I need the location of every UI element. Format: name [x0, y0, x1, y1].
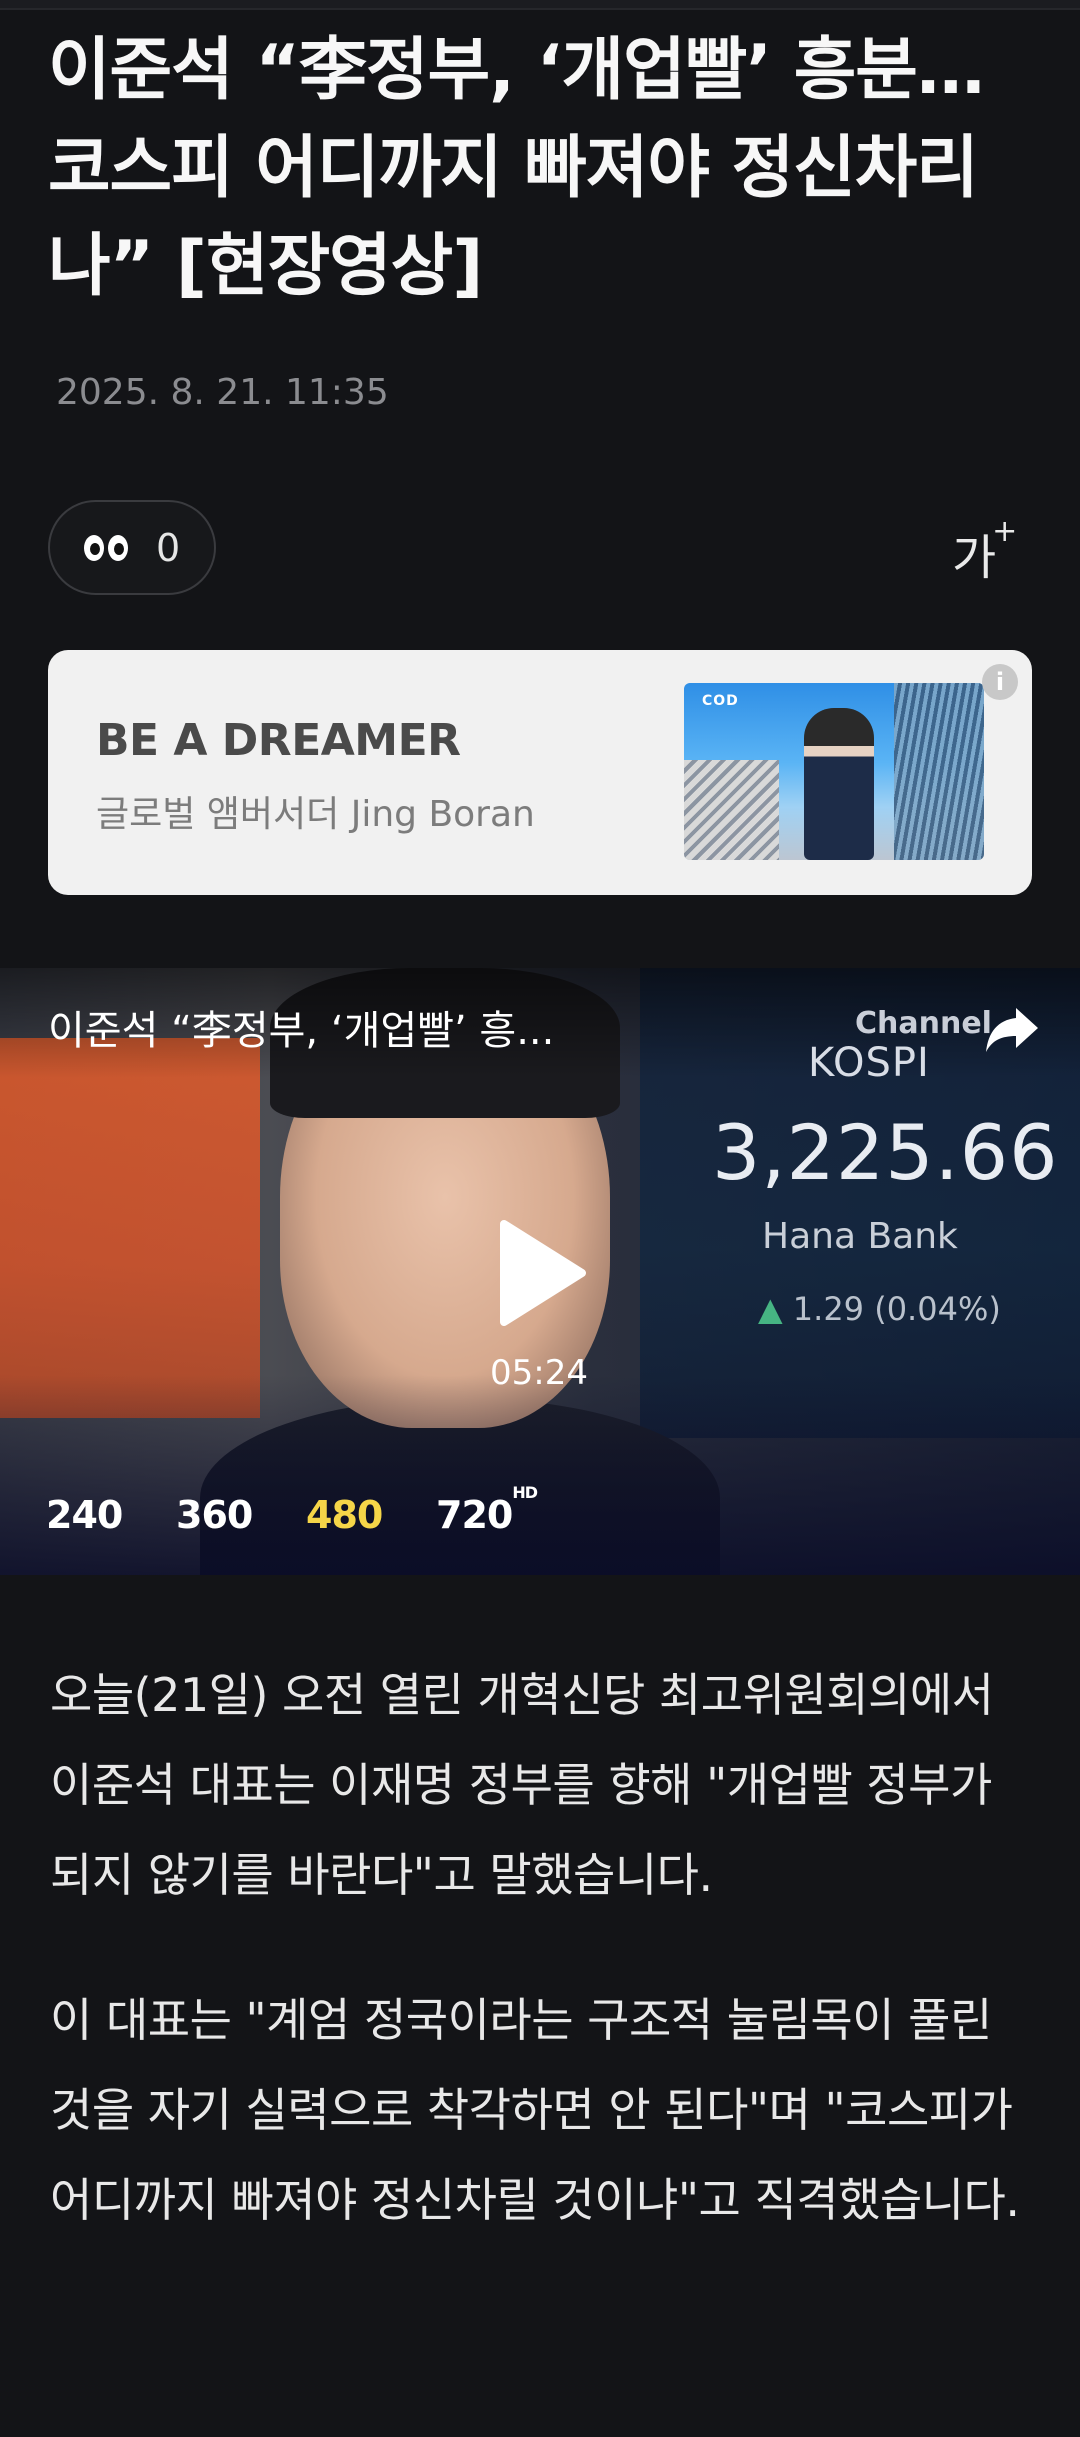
ad-title: BE A DREAMER: [96, 715, 461, 766]
share-icon[interactable]: [982, 998, 1042, 1058]
font-size-label: 가: [952, 530, 997, 586]
quality-360-label: 360: [176, 1493, 253, 1537]
view-count-button[interactable]: 0: [48, 500, 216, 595]
font-size-button[interactable]: 가+: [952, 512, 1024, 586]
ad-banner[interactable]: BE A DREAMER 글로벌 앰버서더 Jing Boran COD i: [48, 650, 1032, 895]
quality-480-label: 480: [306, 1493, 383, 1537]
top-divider: [0, 0, 1080, 10]
body-paragraph-1: 오늘(21일) 오전 열린 개혁신당 최고위원회의에서 이준석 대표는 이재명 …: [50, 1668, 994, 1902]
kospi-value: 3,225.66: [712, 1108, 1059, 1197]
article-page: 이준석 “李정부, ‘개업빨’ 흥분…코스피 어디까지 빠져야 정신차리나” […: [0, 0, 1080, 2437]
video-duration: 05:24: [490, 1353, 588, 1393]
quality-720-label: 720: [436, 1493, 513, 1537]
ad-info-icon[interactable]: i: [982, 664, 1018, 700]
quality-360-button[interactable]: 360: [176, 1493, 253, 1537]
body-paragraph-2: 이 대표는 "계엄 정국이라는 구조적 눌림목이 풀린 것을 자기 실력으로 착…: [50, 1993, 1020, 2227]
video-player[interactable]: Channel KOSPI 3,225.66 Hana Bank ▲ 1.29 …: [0, 968, 1080, 1575]
play-icon[interactable]: [490, 1218, 590, 1328]
quality-480-button[interactable]: 480: [306, 1493, 383, 1537]
kospi-change: ▲ 1.29 (0.04%): [758, 1290, 1001, 1328]
channel-watermark: Channel: [855, 1006, 992, 1041]
font-size-plus: +: [992, 514, 1018, 549]
ad-image-logo: COD: [702, 693, 739, 709]
quality-240-button[interactable]: 240: [46, 1493, 123, 1537]
view-count: 0: [156, 525, 181, 570]
up-triangle-icon: ▲: [758, 1290, 783, 1328]
ad-image: COD: [684, 683, 984, 860]
article-date: 2025. 8. 21. 11:35: [56, 372, 389, 413]
eyes-icon: [84, 534, 128, 561]
article-headline: 이준석 “李정부, ‘개업빨’ 흥분…코스피 어디까지 빠져야 정신차리나” […: [48, 31, 985, 306]
video-title: 이준석 “李정부, ‘개업빨’ 흥...: [48, 1008, 555, 1054]
kospi-change-value: 1.29 (0.04%): [792, 1290, 1001, 1328]
ad-subtitle: 글로벌 앰버서더 Jing Boran: [96, 794, 535, 835]
quality-240-label: 240: [46, 1493, 123, 1537]
kospi-bank: Hana Bank: [762, 1216, 958, 1257]
kospi-label: KOSPI: [808, 1040, 930, 1086]
hd-badge: HD: [512, 1483, 538, 1503]
quality-720-button[interactable]: 720HD: [436, 1483, 538, 1537]
